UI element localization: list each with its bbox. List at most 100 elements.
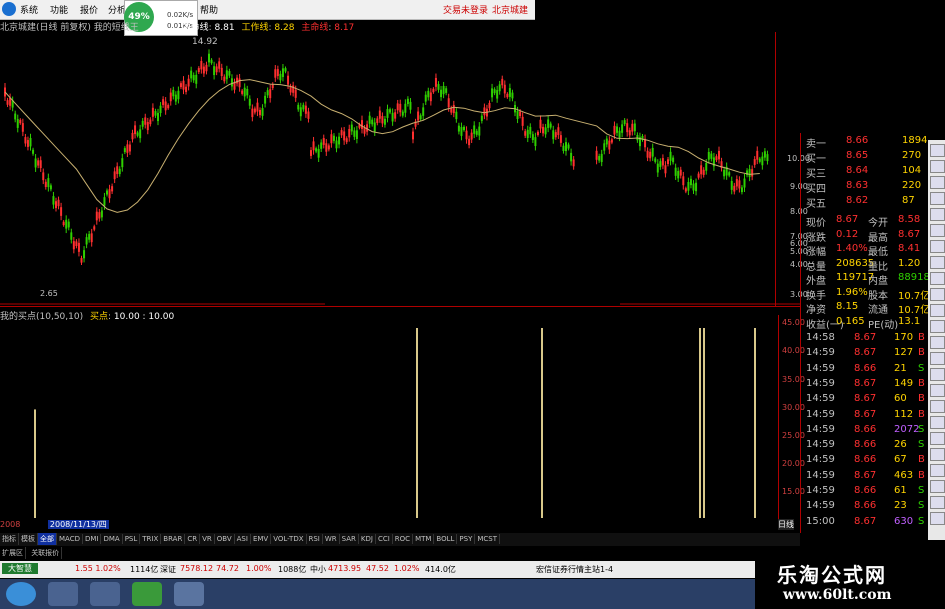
toolbar-icon[interactable] <box>930 352 945 365</box>
indicator-tab[interactable]: DMI <box>83 534 102 544</box>
menu-system[interactable]: 系统 <box>20 3 38 16</box>
price-chart[interactable]: 14.92 2.65 <box>0 32 800 307</box>
candle-body <box>259 109 261 116</box>
tab-extended-area[interactable]: 扩展区 <box>0 547 26 559</box>
indicator-tab[interactable]: TRIX <box>140 534 162 544</box>
candle-body <box>320 142 323 149</box>
indicator-tab[interactable]: OBV <box>215 534 235 544</box>
stat-label: 现价 <box>806 218 826 229</box>
period-selector[interactable]: 日线 <box>778 519 794 530</box>
indicator-tab[interactable]: 模板 <box>19 533 38 545</box>
tick-time: 14:59 <box>806 423 835 435</box>
indicator-tab[interactable]: RSI <box>307 534 323 544</box>
candle-body <box>674 167 677 176</box>
menu-help[interactable]: 帮助 <box>200 3 218 16</box>
tick-price: 8.66 <box>854 362 877 374</box>
candle-body <box>503 84 506 94</box>
indicator-tab[interactable]: VR <box>200 534 215 544</box>
taskbar-app-icon[interactable] <box>90 582 120 606</box>
toolbar-icon[interactable] <box>930 144 945 157</box>
indicator-tab[interactable]: BOLL <box>434 534 458 544</box>
indicator-tab[interactable]: KDJ <box>359 534 376 544</box>
login-status-link[interactable]: 交易未登录 <box>443 3 488 16</box>
toolbar-icon[interactable] <box>930 368 945 381</box>
toolbar-icon[interactable] <box>930 384 945 397</box>
toolbar-icon[interactable] <box>930 320 945 333</box>
indicator-tab[interactable]: PSL <box>123 534 141 544</box>
candle-body <box>697 173 700 178</box>
candle-body <box>297 104 300 110</box>
toolbar-icon[interactable] <box>930 240 945 253</box>
candle-body <box>90 233 93 243</box>
toolbar-icon[interactable] <box>930 288 945 301</box>
toolbar-icon[interactable] <box>930 432 945 445</box>
toolbar-icon[interactable] <box>930 448 945 461</box>
toolbar-icon[interactable] <box>930 256 945 269</box>
candle-body <box>238 78 241 88</box>
toolbar-icon[interactable] <box>930 192 945 205</box>
tick-row: 14:58 8.67 170 B <box>806 332 926 347</box>
stat-row: 总量 208635 量比 1.20 <box>806 258 926 273</box>
toolbar-icon[interactable] <box>930 272 945 285</box>
toolbar-icon[interactable] <box>930 336 945 349</box>
toolbar-icon[interactable] <box>930 224 945 237</box>
toolbar-icon[interactable] <box>930 480 945 493</box>
indicator-tab[interactable]: VOL-TDX <box>271 534 307 544</box>
windows-start-icon[interactable] <box>6 582 36 606</box>
indicator-tab[interactable]: BRAR <box>161 534 186 544</box>
candle-body <box>649 151 652 159</box>
taskbar-app-icon[interactable] <box>48 582 78 606</box>
candle-body <box>623 120 626 125</box>
indicator-tab[interactable]: MACD <box>57 534 83 544</box>
stat-label: 内盘 <box>868 276 888 287</box>
toolbar-icon[interactable] <box>930 416 945 429</box>
indicator-tab[interactable]: CR <box>185 534 201 544</box>
indicator-tab[interactable]: SAR <box>340 534 359 544</box>
buy-signal-chart[interactable] <box>0 320 780 518</box>
toolbar-icon[interactable] <box>930 496 945 509</box>
candle-body <box>412 131 414 140</box>
candle-body <box>350 124 353 132</box>
toolbar-icon[interactable] <box>930 160 945 173</box>
toolbar-icon[interactable] <box>930 304 945 317</box>
candle-body <box>610 139 613 143</box>
stat-row: 收益(一) 0.165 PE(动) 13.1 <box>806 316 926 331</box>
panel-divider <box>0 306 800 307</box>
indicator-tab[interactable]: WR <box>323 534 340 544</box>
indicator-tab[interactable]: MTM <box>413 534 435 544</box>
candle-body <box>72 241 75 250</box>
toolbar-icon[interactable] <box>930 464 945 477</box>
candle-body <box>185 86 188 92</box>
toolbar-icon[interactable] <box>930 400 945 413</box>
toolbar-icon[interactable] <box>930 512 945 525</box>
candle-body <box>276 69 279 76</box>
toolbar-icon[interactable] <box>930 208 945 221</box>
taskbar-app-icon[interactable] <box>174 582 204 606</box>
broker-server[interactable]: 宏信证券行情主站1-4 <box>536 564 613 575</box>
indicator-tab[interactable]: PSY <box>457 534 476 544</box>
indicator-tab[interactable]: ROC <box>393 534 414 544</box>
indicator-tab[interactable]: 全部 <box>38 533 57 545</box>
start-button[interactable]: 大智慧 <box>2 563 38 574</box>
candle-body <box>424 94 427 102</box>
candle-body <box>289 86 292 93</box>
candle-body <box>733 185 736 192</box>
candle-body <box>567 144 570 149</box>
taskbar-app-icon[interactable] <box>132 582 162 606</box>
tab-related-quote[interactable]: 关联报价 <box>29 547 63 559</box>
stock-name-link[interactable]: 北京城建 <box>492 3 528 16</box>
watermark-url: www.60lt.com <box>783 587 892 603</box>
indicator-tab[interactable]: EMV <box>251 534 272 544</box>
indicator-tab[interactable]: DMA <box>101 534 123 544</box>
menu-quote[interactable]: 报价 <box>80 3 98 16</box>
indicator-tab[interactable]: MCST <box>475 534 501 544</box>
indicator-tab[interactable]: CCI <box>376 534 393 544</box>
indicator-tab[interactable]: 指标 <box>0 533 19 545</box>
candle-body <box>39 160 42 169</box>
toolbar-icon[interactable] <box>930 176 945 189</box>
menu-function[interactable]: 功能 <box>50 3 68 16</box>
candle-body <box>531 134 534 141</box>
candle-body <box>383 118 386 125</box>
indicator-tab[interactable]: ASI <box>235 534 251 544</box>
candle-body <box>406 98 409 104</box>
